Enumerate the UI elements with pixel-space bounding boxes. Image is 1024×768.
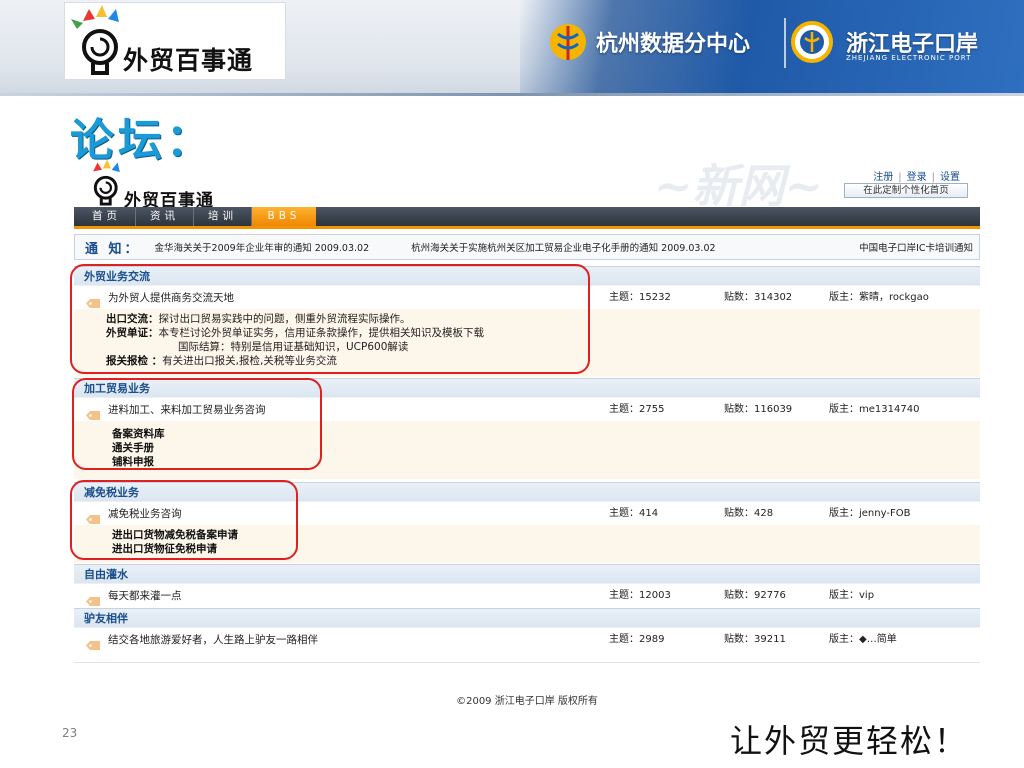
notice-item[interactable]: 杭州海关关于实施杭州关区加工贸易企业电子化手册的通知 2009.03.02	[411, 240, 715, 254]
separator: |	[931, 172, 935, 183]
category-title[interactable]: 自由灌水	[74, 564, 980, 583]
forum-row: 结交各地旅游爱好者，人生路上驴友一路相伴 主题：2989 贴数：39211 版主…	[74, 627, 980, 651]
copyright: ©2009 浙江电子口岸 版权所有	[456, 696, 598, 707]
topic-count: 主题：15232	[609, 291, 671, 303]
notice-item[interactable]: 金华海关关于2009年企业年审的通知 2009.03.02	[155, 240, 370, 254]
user-links: 注册 | 登录 | 设置	[873, 168, 960, 183]
topic-count: 主题：2755	[609, 403, 665, 415]
logo-box: 外贸百事通	[64, 2, 286, 80]
forum-tag-icon	[86, 591, 100, 606]
moderators: 版主：jenny-FOB	[829, 507, 911, 519]
highlight-circle-foreign-trade	[70, 264, 590, 374]
post-count: 贴数：39211	[724, 633, 786, 645]
highlight-circle-processing-trade	[72, 378, 322, 470]
board-bottom-border	[74, 651, 980, 663]
site-bulb-logo-icon	[93, 159, 120, 206]
topic-count: 主题：12003	[609, 589, 671, 601]
partner-zhejiang[interactable]: 浙江电子口岸 ZHEJIANG ELECTRONIC PORT	[790, 20, 978, 64]
caduceus-icon	[550, 24, 586, 60]
post-count: 贴数：428	[724, 507, 774, 519]
header-divider	[784, 18, 786, 68]
post-count: 贴数：116039	[724, 403, 793, 415]
partner-hangzhou-name: 杭州数据分中心	[596, 31, 751, 57]
logo-text: 外贸百事通	[123, 46, 254, 75]
customize-home-button[interactable]: 在此定制个性化首页	[844, 183, 968, 198]
forum-row: 每天都来灌一点 主题：12003 贴数：92776 版主：vip	[74, 583, 980, 607]
login-link[interactable]: 登录	[907, 172, 927, 183]
topic-count: 主题：414	[609, 507, 659, 519]
moderators: 版主：紫晴，rockgao	[829, 291, 929, 303]
forum-page-screenshot: ~新网~ 外贸百事通 注册 | 登录 | 设置 在此定制个性化首页 首页 资讯 培训 B…	[70, 150, 980, 707]
nav-news[interactable]: 资讯	[136, 207, 194, 226]
slide-number: 23	[62, 726, 78, 740]
category-travel-buddies: 驴友相伴 结交各地旅游爱好者，人生路上驴友一路相伴 主题：2989 贴数：392…	[74, 608, 980, 663]
moderators: 版主：vip	[829, 589, 875, 601]
notice-item[interactable]: 中国电子口岸IC卡培训通知	[859, 240, 973, 254]
slogan: 让外贸更轻松！	[730, 722, 969, 760]
forum-name[interactable]: 每天都来灌一点	[108, 584, 628, 608]
post-count: 贴数：314302	[724, 291, 793, 303]
topic-count: 主题：2989	[609, 633, 665, 645]
main-nav: 首页 资讯 培训 BBS	[74, 207, 980, 229]
nav-home[interactable]: 首页	[74, 207, 136, 226]
notice-bar: 通 知： 金华海关关于2009年企业年审的通知 2009.03.02 杭州海关关…	[74, 234, 980, 260]
nav-bbs[interactable]: BBS	[252, 207, 316, 226]
moderators: 版主：◆…简单	[829, 633, 897, 645]
nav-training[interactable]: 培训	[194, 207, 252, 226]
notice-label: 通 知：	[85, 241, 141, 257]
partner-zhejiang-sub: ZHEJIANG ELECTRONIC PORT	[846, 54, 972, 62]
forum-tag-icon	[86, 635, 100, 650]
post-count: 贴数：92776	[724, 589, 786, 601]
partner-hangzhou[interactable]: 杭州数据分中心	[546, 20, 750, 64]
highlight-circle-tax-exemption	[70, 480, 298, 560]
category-title[interactable]: 驴友相伴	[74, 608, 980, 627]
bulb-logo-icon	[71, 5, 119, 75]
forum-name[interactable]: 结交各地旅游爱好者，人生路上驴友一路相伴	[108, 628, 628, 652]
separator: |	[898, 172, 902, 183]
register-link[interactable]: 注册	[873, 172, 893, 183]
moderators: 版主：me1314740	[829, 403, 920, 415]
port-emblem-icon	[791, 21, 833, 63]
category-free-talk: 自由灌水 每天都来灌一点 主题：12003 贴数：92776 版主：vip	[74, 564, 980, 607]
settings-link[interactable]: 设置	[940, 172, 960, 183]
